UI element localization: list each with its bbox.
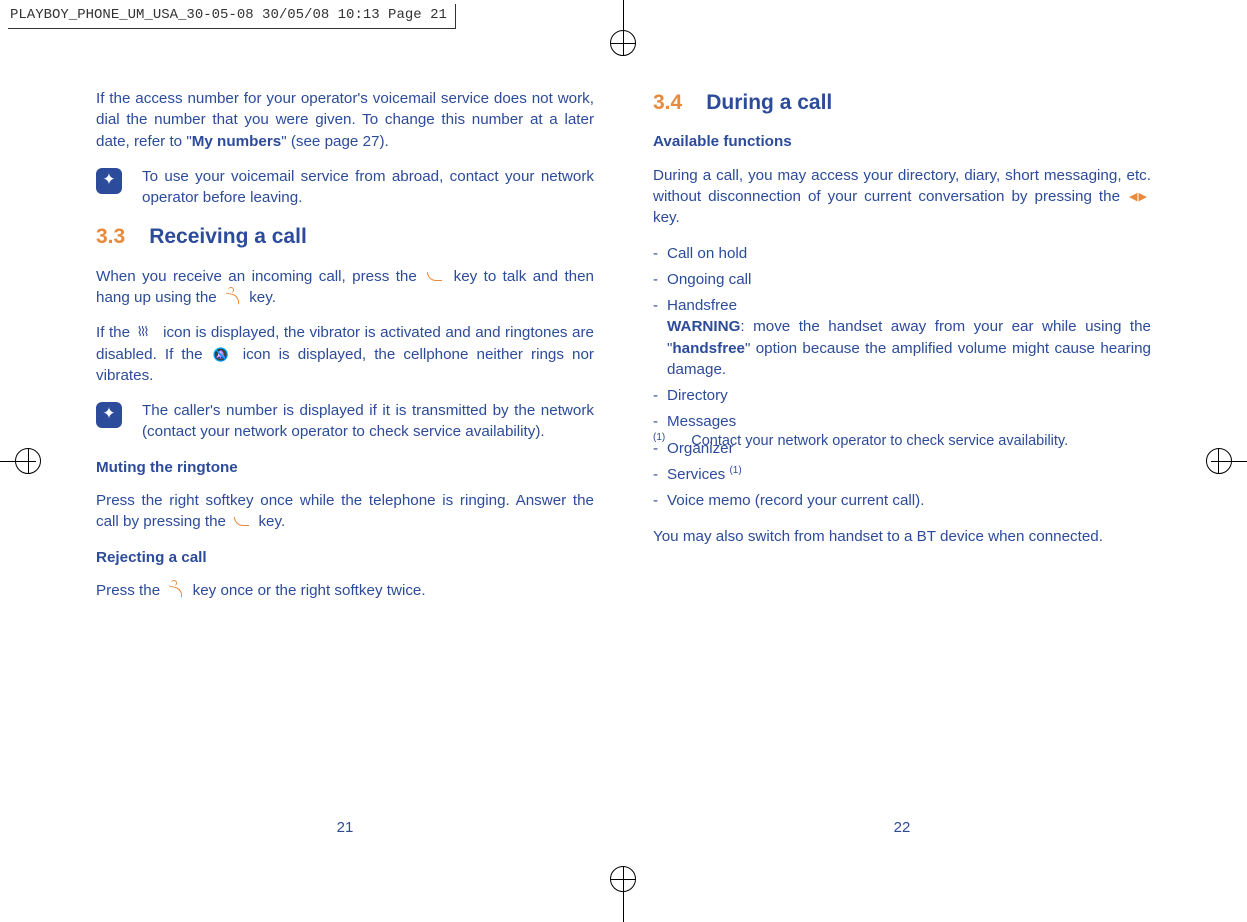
dash: -: [653, 243, 667, 264]
tip-box: To use your voicemail service from abroa…: [96, 166, 594, 209]
list-item: -Services (1): [653, 464, 1151, 485]
section-heading: 3.4 During a call: [653, 88, 1151, 117]
section-heading: 3.3 Receiving a call: [96, 222, 594, 251]
subheading: Available functions: [653, 131, 1151, 152]
text: If the: [96, 324, 135, 341]
text: Voice memo (record your current call).: [667, 490, 1151, 511]
lightbulb-icon: [96, 402, 122, 428]
subheading: Muting the ringtone: [96, 457, 594, 478]
lightbulb-icon: [96, 168, 122, 194]
dash: -: [653, 269, 667, 290]
text: key.: [254, 513, 285, 530]
heading-title: Receiving a call: [149, 225, 307, 248]
page-number: 22: [653, 817, 1151, 838]
superscript: (1): [729, 465, 741, 476]
text: " (see page 27).: [281, 133, 389, 150]
cropmark: [1218, 448, 1219, 474]
paragraph: During a call, you may access your direc…: [653, 165, 1151, 229]
call-key-icon: [232, 515, 252, 529]
end-key-icon: [223, 291, 243, 305]
page-number: 21: [96, 817, 594, 838]
text: Call on hold: [667, 243, 1151, 264]
page-22: 3.4 During a call Available functions Dur…: [653, 88, 1151, 561]
intro-paragraph: If the access number for your operator's…: [96, 88, 594, 152]
cropmark: [28, 448, 29, 474]
list-item: -Call on hold: [653, 243, 1151, 264]
heading-number: 3.3: [96, 225, 125, 248]
vibrate-icon: [137, 326, 157, 340]
text: key.: [245, 289, 276, 306]
cropmark: [1206, 448, 1232, 474]
text: Ongoing call: [667, 269, 1151, 290]
dash: -: [653, 385, 667, 406]
subheading: Rejecting a call: [96, 547, 594, 568]
text-bold: WARNING: [667, 318, 740, 335]
end-key-icon: [166, 584, 186, 598]
heading-number: 3.4: [653, 91, 682, 114]
nav-arrows-icon: [1129, 190, 1149, 204]
call-key-icon: [425, 270, 445, 284]
list-item: -Messages: [653, 411, 1151, 432]
text: Handsfree: [667, 297, 737, 314]
list-item: -Directory: [653, 385, 1151, 406]
page-21: If the access number for your operator's…: [96, 88, 594, 615]
dash: -: [653, 411, 667, 432]
dash: -: [653, 464, 667, 485]
text: key once or the right softkey twice.: [188, 582, 425, 599]
silence-icon: [213, 348, 233, 362]
crop-header: PLAYBOY_PHONE_UM_USA_30-05-08 30/05/08 1…: [8, 4, 456, 29]
paragraph: If the icon is displayed, the vibrator i…: [96, 322, 594, 386]
text: Services: [667, 466, 729, 483]
cropmark: [610, 866, 636, 892]
paragraph: When you receive an incoming call, press…: [96, 266, 594, 309]
paragraph: Press the right softkey once while the t…: [96, 490, 594, 533]
tip-box: The caller's number is displayed if it i…: [96, 400, 594, 443]
dash: -: [653, 295, 667, 380]
text: Press the: [96, 582, 164, 599]
footnote: (1) Contact your network operator to che…: [653, 431, 1151, 451]
footnote-text: Contact your network operator to check s…: [691, 431, 1068, 451]
footnote-mark: (1): [653, 431, 665, 451]
text: Press the right softkey once while the t…: [96, 492, 594, 530]
text: Services (1): [667, 464, 1151, 485]
text: Messages: [667, 411, 1151, 432]
tip-text: To use your voicemail service from abroa…: [142, 166, 594, 209]
paragraph: You may also switch from handset to a BT…: [653, 526, 1151, 547]
text: During a call, you may access your direc…: [653, 167, 1151, 205]
text-bold: My numbers: [192, 133, 281, 150]
list-item: -Ongoing call: [653, 269, 1151, 290]
paragraph: Press the key once or the right softkey …: [96, 580, 594, 601]
text: Directory: [667, 385, 1151, 406]
dash: -: [653, 490, 667, 511]
heading-title: During a call: [706, 91, 832, 114]
cropmark: [610, 30, 636, 56]
tip-text: The caller's number is displayed if it i…: [142, 400, 594, 443]
list-item: -Voice memo (record your current call).: [653, 490, 1151, 511]
text: Handsfree WARNING: move the handset away…: [667, 295, 1151, 380]
text: key.: [653, 209, 680, 226]
text: When you receive an incoming call, press…: [96, 268, 423, 285]
list-item: - Handsfree WARNING: move the handset aw…: [653, 295, 1151, 380]
text-bold: handsfree: [672, 340, 745, 357]
